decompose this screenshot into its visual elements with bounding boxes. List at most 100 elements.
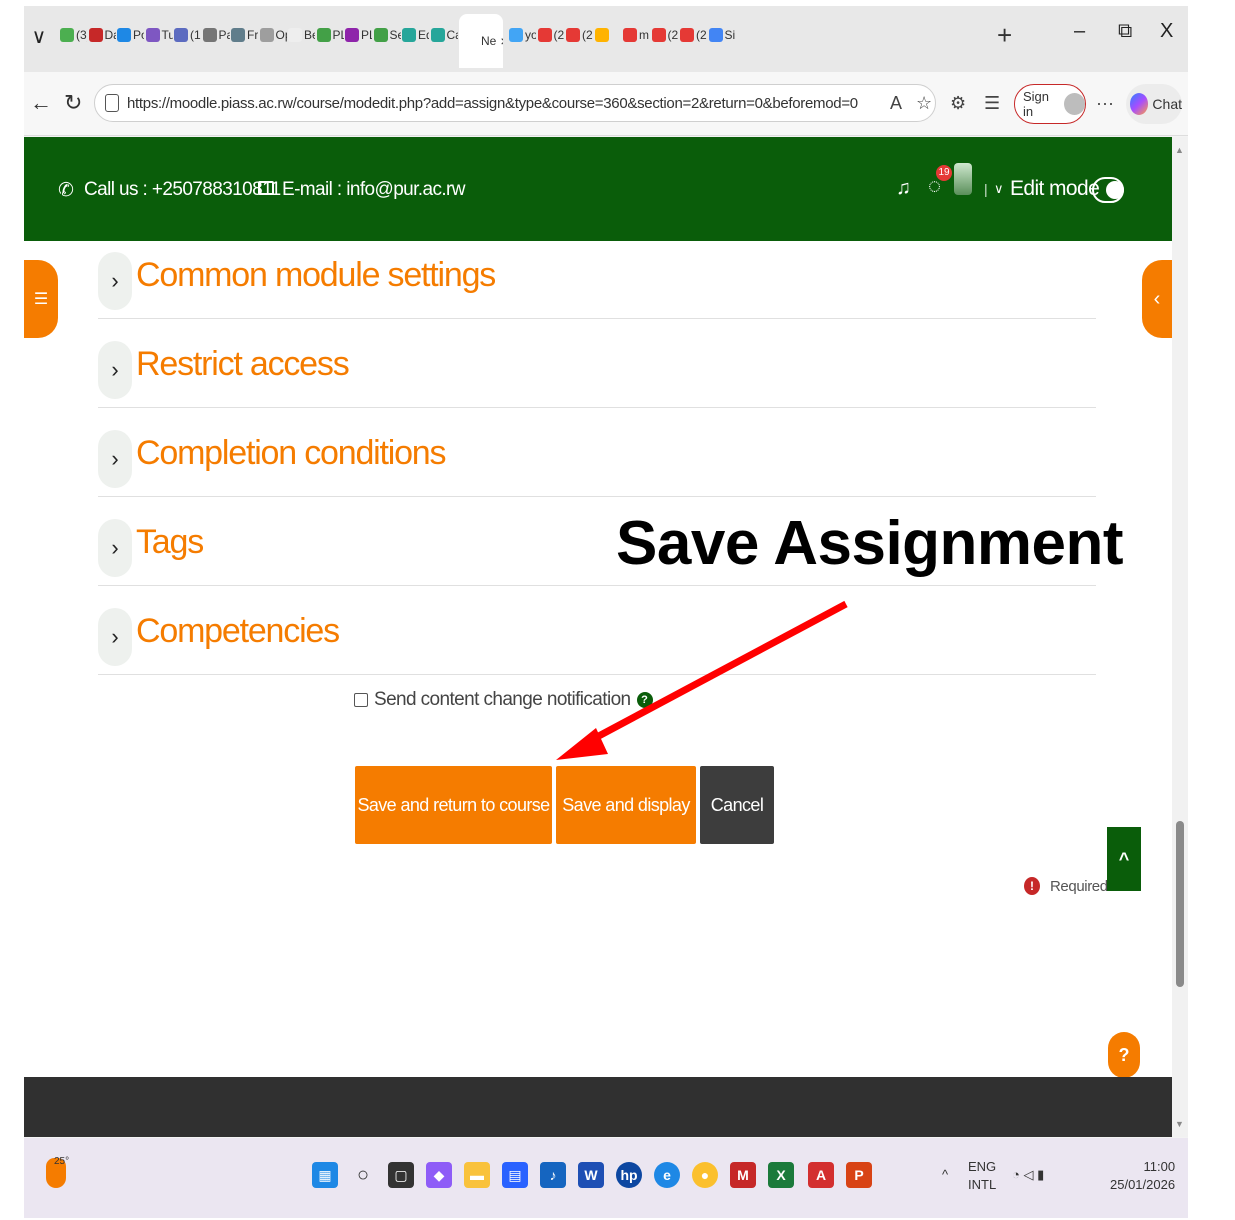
- browser-tab[interactable]: (2: [680, 18, 707, 52]
- task-view-icon[interactable]: ▢: [388, 1162, 414, 1188]
- moodle-page: ✆ Call us : +250788310811 E-mail : info@…: [24, 137, 1172, 1137]
- section-restrict-access[interactable]: › Restrict access: [98, 319, 1096, 408]
- browser-tab-strip: ∨ (3)DaPoTu(1PaFreOpBePLPLSeEdCaNe×yo(2(…: [24, 6, 1188, 72]
- acrobat-icon[interactable]: A: [808, 1162, 834, 1188]
- expand-chevron-icon[interactable]: ›: [98, 519, 132, 577]
- block-drawer-button[interactable]: ‹: [1142, 260, 1172, 338]
- scroll-up-icon[interactable]: ▲: [1175, 145, 1184, 155]
- browser-tab[interactable]: PL: [345, 18, 372, 52]
- cancel-button[interactable]: Cancel: [700, 766, 774, 844]
- browser-tab[interactable]: Pa: [202, 18, 230, 52]
- minimize-icon[interactable]: –: [1074, 20, 1085, 43]
- copilot-taskbar-icon[interactable]: ◆: [426, 1162, 452, 1188]
- browser-tab[interactable]: m: [623, 18, 650, 52]
- tab-list-dropdown-icon[interactable]: ∨: [24, 20, 54, 54]
- clock[interactable]: 11:00 25/01/2026: [1110, 1158, 1175, 1194]
- browser-tab[interactable]: Op: [259, 18, 287, 52]
- section-title[interactable]: Common module settings: [136, 256, 496, 295]
- mcafee-icon[interactable]: M: [730, 1162, 756, 1188]
- browser-tab[interactable]: (1: [174, 18, 201, 52]
- tab-favicon-icon: [566, 28, 580, 42]
- search-icon[interactable]: ○: [350, 1162, 376, 1188]
- section-completion-conditions[interactable]: › Completion conditions: [98, 408, 1096, 497]
- help-icon[interactable]: ?: [636, 692, 653, 708]
- browser-tab[interactable]: (2: [566, 18, 593, 52]
- language-indicator[interactable]: ENG INTL: [968, 1158, 996, 1194]
- back-to-top-button[interactable]: ^: [1107, 827, 1141, 891]
- browser-tab[interactable]: Si: [708, 18, 736, 52]
- expand-chevron-icon[interactable]: ›: [98, 430, 132, 488]
- word-icon[interactable]: W: [578, 1162, 604, 1188]
- back-icon[interactable]: ←: [30, 90, 52, 116]
- scrollbar-thumb[interactable]: [1176, 821, 1184, 987]
- restore-icon[interactable]: ⧉: [1118, 20, 1132, 43]
- extensions-icon[interactable]: ⚙: [950, 93, 966, 114]
- page-info-icon[interactable]: [105, 94, 119, 112]
- new-tab-icon[interactable]: +: [997, 22, 1012, 48]
- send-notification-checkbox[interactable]: [354, 693, 368, 707]
- browser-tab[interactable]: Be: [288, 18, 315, 52]
- close-window-icon[interactable]: X: [1160, 20, 1173, 43]
- edit-mode-toggle[interactable]: [1092, 177, 1124, 203]
- refresh-icon[interactable]: ↻: [64, 90, 82, 116]
- tab-label: Ca: [446, 28, 458, 42]
- browser-tab[interactable]: Tu: [145, 18, 173, 52]
- hp-icon[interactable]: hp: [616, 1162, 642, 1188]
- browser-tab[interactable]: Po: [117, 18, 144, 52]
- chrome-icon[interactable]: ●: [692, 1162, 718, 1188]
- expand-chevron-icon[interactable]: ›: [98, 252, 132, 310]
- tab-favicon-icon: [430, 28, 445, 42]
- section-competencies[interactable]: › Competencies: [98, 586, 1096, 675]
- browser-tab[interactable]: Ed: [402, 18, 429, 52]
- browser-tab[interactable]: Ne×: [459, 14, 503, 68]
- browser-tab[interactable]: Se: [373, 18, 401, 52]
- browser-tab[interactable]: yo: [509, 18, 536, 52]
- audio-app-icon[interactable]: ♪: [540, 1162, 566, 1188]
- save-and-return-button[interactable]: Save and return to course: [355, 766, 552, 844]
- address-bar[interactable]: https://moodle.piass.ac.rw/course/modedi…: [94, 84, 936, 122]
- browser-tab[interactable]: [594, 18, 622, 52]
- store-icon[interactable]: ▤: [502, 1162, 528, 1188]
- section-title[interactable]: Restrict access: [136, 345, 350, 384]
- wifi-volume-battery-icon[interactable]: ◔ ◁ ▮: [1012, 1166, 1044, 1184]
- sign-in-button[interactable]: Sign in: [1014, 84, 1086, 124]
- read-aloud-icon[interactable]: A: [890, 93, 902, 114]
- section-common-module-settings[interactable]: › Common module settings: [98, 230, 1096, 319]
- browser-tab[interactable]: PL: [316, 18, 344, 52]
- section-title[interactable]: Completion conditions: [136, 434, 447, 473]
- section-title[interactable]: Competencies: [136, 612, 340, 651]
- more-options-icon[interactable]: ···: [1096, 93, 1114, 114]
- show-hidden-icons-icon[interactable]: ^: [942, 1166, 948, 1184]
- file-explorer-icon[interactable]: ▬: [464, 1162, 490, 1188]
- user-avatar[interactable]: [954, 163, 972, 195]
- section-title[interactable]: Tags: [136, 523, 204, 562]
- lang-line-2: INTL: [968, 1177, 997, 1192]
- favorite-star-icon[interactable]: ☆: [916, 93, 932, 114]
- bell-icon[interactable]: ♫: [896, 177, 911, 200]
- course-index-drawer-button[interactable]: ☰: [24, 260, 58, 338]
- save-and-display-button[interactable]: Save and display: [556, 766, 696, 844]
- favorites-icon[interactable]: ☰: [984, 93, 1000, 114]
- close-tab-icon[interactable]: ×: [500, 33, 503, 49]
- chevron-down-icon[interactable]: ∨: [994, 181, 1004, 197]
- copilot-chat-button[interactable]: Chat: [1126, 84, 1182, 124]
- browser-tab[interactable]: (3): [60, 18, 87, 52]
- scroll-down-icon[interactable]: ▼: [1175, 1119, 1184, 1129]
- browser-tab[interactable]: (2: [651, 18, 679, 52]
- expand-chevron-icon[interactable]: ›: [98, 341, 132, 399]
- browser-tab[interactable]: Ca: [430, 18, 458, 52]
- browser-tab[interactable]: Da: [88, 18, 116, 52]
- tab-label: Pa: [218, 28, 230, 42]
- edge-icon[interactable]: e: [654, 1162, 680, 1188]
- page-scrollbar[interactable]: ▲ ▼: [1172, 137, 1188, 1137]
- tab-label: m: [639, 28, 649, 42]
- browser-tab[interactable]: (2: [537, 18, 565, 52]
- start-icon[interactable]: ▦: [312, 1162, 338, 1188]
- excel-icon[interactable]: X: [768, 1162, 794, 1188]
- powerpoint-icon[interactable]: P: [846, 1162, 872, 1188]
- browser-tab[interactable]: Fre: [231, 18, 258, 52]
- expand-chevron-icon[interactable]: ›: [98, 608, 132, 666]
- tab-label: (1: [190, 28, 201, 42]
- help-button[interactable]: ?: [1108, 1032, 1140, 1078]
- send-notification-label[interactable]: Send content change notification: [374, 689, 631, 711]
